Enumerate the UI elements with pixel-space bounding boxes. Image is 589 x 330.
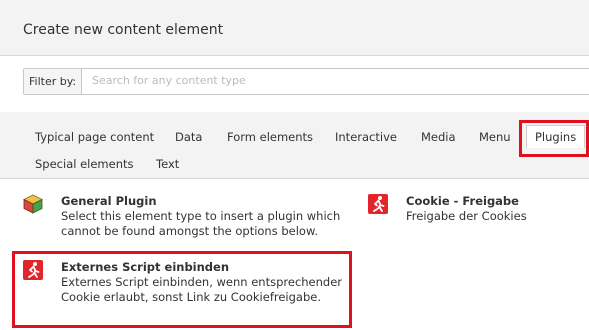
dialog-title: Create new content element (23, 22, 224, 38)
filter-box: Filter by: (23, 68, 589, 95)
running-person-icon (368, 194, 388, 214)
search-input[interactable] (87, 69, 589, 92)
content-item-general-plugin[interactable]: General Plugin Select this element type … (23, 194, 343, 244)
tab-typical-page-content[interactable]: Typical page content (35, 130, 154, 144)
filter-label: Filter by: (24, 69, 83, 94)
externes-script-highlight (12, 251, 352, 328)
tab-interactive[interactable]: Interactive (335, 130, 397, 144)
tab-bar: Typical page content Data Form elements … (0, 112, 589, 179)
plugin-box-icon (23, 194, 43, 214)
filter-area: Filter by: (0, 56, 589, 112)
tab-text[interactable]: Text (156, 157, 179, 171)
item-description: Freigabe der Cookies (406, 209, 527, 223)
tab-data[interactable]: Data (175, 130, 202, 144)
tab-media[interactable]: Media (421, 130, 456, 144)
dialog-header: Create new content element (0, 0, 589, 56)
item-name: Cookie - Freigabe (406, 194, 519, 208)
tab-menu[interactable]: Menu (479, 130, 511, 144)
content-item-cookie-freigabe[interactable]: Cookie - Freigabe Freigabe der Cookies (368, 194, 578, 234)
tab-special-elements[interactable]: Special elements (35, 157, 134, 171)
plugins-tab-highlight (519, 120, 589, 157)
item-description: Select this element type to insert a plu… (61, 209, 341, 238)
tab-form-elements[interactable]: Form elements (227, 130, 313, 144)
item-name: General Plugin (61, 194, 157, 208)
